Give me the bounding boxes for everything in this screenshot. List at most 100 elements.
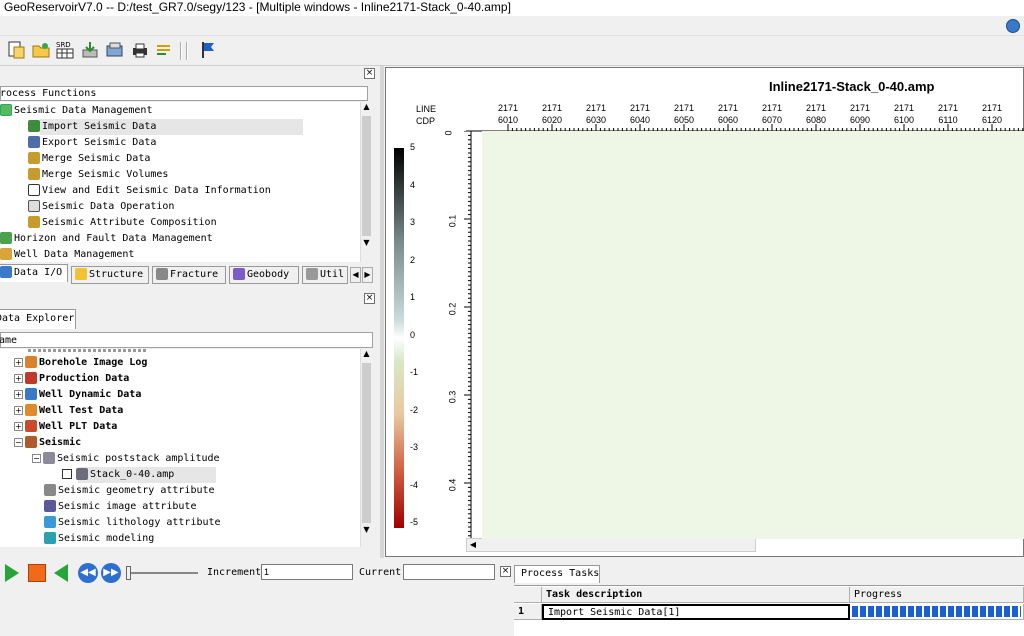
x-tick-line-label: 2171 xyxy=(981,103,1003,113)
tab-process-tasks[interactable]: Process Tasks xyxy=(514,565,600,583)
export-icon[interactable] xyxy=(105,40,125,60)
tree-item-borehole-image-log[interactable]: + Borehole Image Log xyxy=(14,355,147,371)
view-hscrollbar[interactable]: ◀ xyxy=(466,538,756,552)
colorbar-tick-label: 3 xyxy=(410,217,416,227)
slider-handle[interactable] xyxy=(126,566,131,580)
scroll-up-icon[interactable]: ▲ xyxy=(361,349,372,361)
bottom-area: ◀◀ ▶▶ Increment 1 Current × Process Task… xyxy=(0,558,1024,636)
process-functions-scrollbar[interactable]: ▲ ▼ xyxy=(360,102,372,262)
toolbar-separator xyxy=(180,42,182,60)
open-folder-icon[interactable] xyxy=(31,40,51,60)
y-axis-ruler xyxy=(464,131,472,541)
current-label: Current xyxy=(359,567,402,578)
production-icon xyxy=(25,372,37,384)
y-tick-label: 0.3 xyxy=(447,390,458,404)
x-tick-line-label: 2171 xyxy=(937,103,959,113)
process-functions-panel: × Process Functions Seismic Data Managem… xyxy=(0,66,378,288)
current-input[interactable] xyxy=(403,564,495,580)
new-doc-icon[interactable] xyxy=(6,40,26,60)
close-icon[interactable]: × xyxy=(500,566,511,577)
task-row-progress-cell xyxy=(850,604,1024,620)
expand-icon[interactable]: + xyxy=(14,389,23,399)
close-icon[interactable]: × xyxy=(364,293,375,304)
tree-item-view-edit-seismic-info[interactable]: View and Edit Seismic Data Information xyxy=(28,183,271,199)
column-header-name[interactable]: Name xyxy=(0,332,373,348)
scroll-up-icon[interactable]: ▲ xyxy=(361,102,372,114)
collapse-icon[interactable]: − xyxy=(14,437,23,447)
flag-icon[interactable] xyxy=(198,40,218,60)
print-icon[interactable] xyxy=(130,40,150,60)
position-slider[interactable] xyxy=(126,566,198,580)
tab-scroll-left-icon[interactable]: ◀ xyxy=(350,267,361,283)
vertical-splitter[interactable] xyxy=(380,66,384,560)
scroll-thumb[interactable] xyxy=(362,116,371,236)
expand-icon[interactable]: + xyxy=(14,405,23,415)
expand-icon[interactable]: + xyxy=(14,421,23,431)
tree-item-production-data[interactable]: + Production Data xyxy=(14,371,129,387)
collapse-icon[interactable]: − xyxy=(32,453,41,463)
colorbar-tick-label: 1 xyxy=(410,292,416,302)
play-icon[interactable] xyxy=(5,564,19,582)
scroll-left-icon[interactable]: ◀ xyxy=(467,539,479,551)
tab-data-io[interactable]: Data I/O xyxy=(0,264,68,282)
x-tick-line-label: 2171 xyxy=(761,103,783,113)
tree-item-merge-seismic-volumes[interactable]: Merge Seismic Volumes xyxy=(28,167,168,183)
well-icon xyxy=(0,248,12,260)
tab-scroll-right-icon[interactable]: ▶ xyxy=(362,267,373,283)
tree-item-well-test-data[interactable]: + Well Test Data xyxy=(14,403,123,419)
rewind-icon[interactable]: ◀◀ xyxy=(78,563,98,583)
tree-item-well-dynamic-data[interactable]: + Well Dynamic Data xyxy=(14,387,141,403)
tree-item-well-data-management[interactable]: Well Data Management xyxy=(0,247,134,262)
x-tick-line-label: 2171 xyxy=(497,103,519,113)
stop-icon[interactable] xyxy=(28,564,46,582)
task-row-description[interactable]: Import Seismic Data[1] xyxy=(542,604,850,620)
tree-item-import-seismic-data[interactable]: Import Seismic Data xyxy=(28,119,156,135)
tree-item-seismic-attribute-composition[interactable]: Seismic Attribute Composition xyxy=(28,215,217,231)
data-explorer-scrollbar[interactable]: ▲ ▼ xyxy=(360,349,372,547)
progress-bar xyxy=(852,606,1021,617)
tree-item-seismic-image[interactable]: Seismic image attribute xyxy=(44,499,196,515)
app-help-icon[interactable] xyxy=(1006,19,1020,33)
fast-forward-icon[interactable]: ▶▶ xyxy=(101,563,121,583)
tree-item-seismic[interactable]: − Seismic xyxy=(14,435,81,451)
seismic-mgmt-icon xyxy=(0,104,12,116)
increment-input[interactable]: 1 xyxy=(261,564,353,580)
tree-item-export-seismic-data[interactable]: Export Seismic Data xyxy=(28,135,156,151)
scroll-down-icon[interactable]: ▼ xyxy=(361,525,372,537)
util-icon xyxy=(306,268,318,280)
expand-icon[interactable]: + xyxy=(14,357,23,367)
lithology-icon xyxy=(44,516,56,528)
tree-item-seismic-data-operation[interactable]: Seismic Data Operation xyxy=(28,199,174,215)
expand-icon[interactable]: + xyxy=(14,373,23,383)
tree-item-merge-seismic-data[interactable]: Merge Seismic Data xyxy=(28,151,150,167)
srd-grid-icon[interactable]: SRD xyxy=(55,40,75,60)
tree-item-seismic-data-management[interactable]: Seismic Data Management xyxy=(0,103,152,119)
tree-item-seismic-modeling[interactable]: Seismic modeling xyxy=(44,531,154,547)
tab-data-explorer[interactable]: Data Explorer xyxy=(0,309,76,329)
toolbar: SRD xyxy=(0,36,1024,66)
close-icon[interactable]: × xyxy=(364,68,375,79)
tab-util[interactable]: Util xyxy=(302,266,348,284)
install-icon[interactable] xyxy=(80,40,100,60)
view-edit-icon xyxy=(28,184,40,196)
col-header-task-description[interactable]: Task description xyxy=(542,587,850,603)
borehole-icon xyxy=(25,356,37,368)
checkbox[interactable] xyxy=(62,469,72,479)
tab-geobody[interactable]: Geobody xyxy=(229,266,299,284)
tree-item-horizon-fault-management[interactable]: Horizon and Fault Data Management xyxy=(0,231,213,247)
tree-item-stack-file[interactable]: Stack_0-40.amp xyxy=(62,467,174,483)
seismic-plot-area[interactable] xyxy=(482,131,1024,539)
tree-item-well-plt-data[interactable]: + Well PLT Data xyxy=(14,419,117,435)
scroll-thumb[interactable] xyxy=(362,363,371,523)
tree-item-seismic-poststack[interactable]: − Seismic poststack amplitude xyxy=(32,451,220,467)
tab-structure[interactable]: Structure xyxy=(71,266,149,284)
list-icon[interactable] xyxy=(154,40,174,60)
col-header-progress[interactable]: Progress xyxy=(850,587,1024,603)
tab-fracture[interactable]: Fracture xyxy=(152,266,226,284)
back-icon[interactable] xyxy=(54,564,68,582)
tree-item-seismic-geometry[interactable]: Seismic geometry attribute xyxy=(44,483,215,499)
y-tick-label: 0 xyxy=(443,130,454,136)
calculator-icon xyxy=(28,200,40,212)
tree-item-seismic-lithology[interactable]: Seismic lithology attribute xyxy=(44,515,221,531)
scroll-down-icon[interactable]: ▼ xyxy=(361,238,372,250)
